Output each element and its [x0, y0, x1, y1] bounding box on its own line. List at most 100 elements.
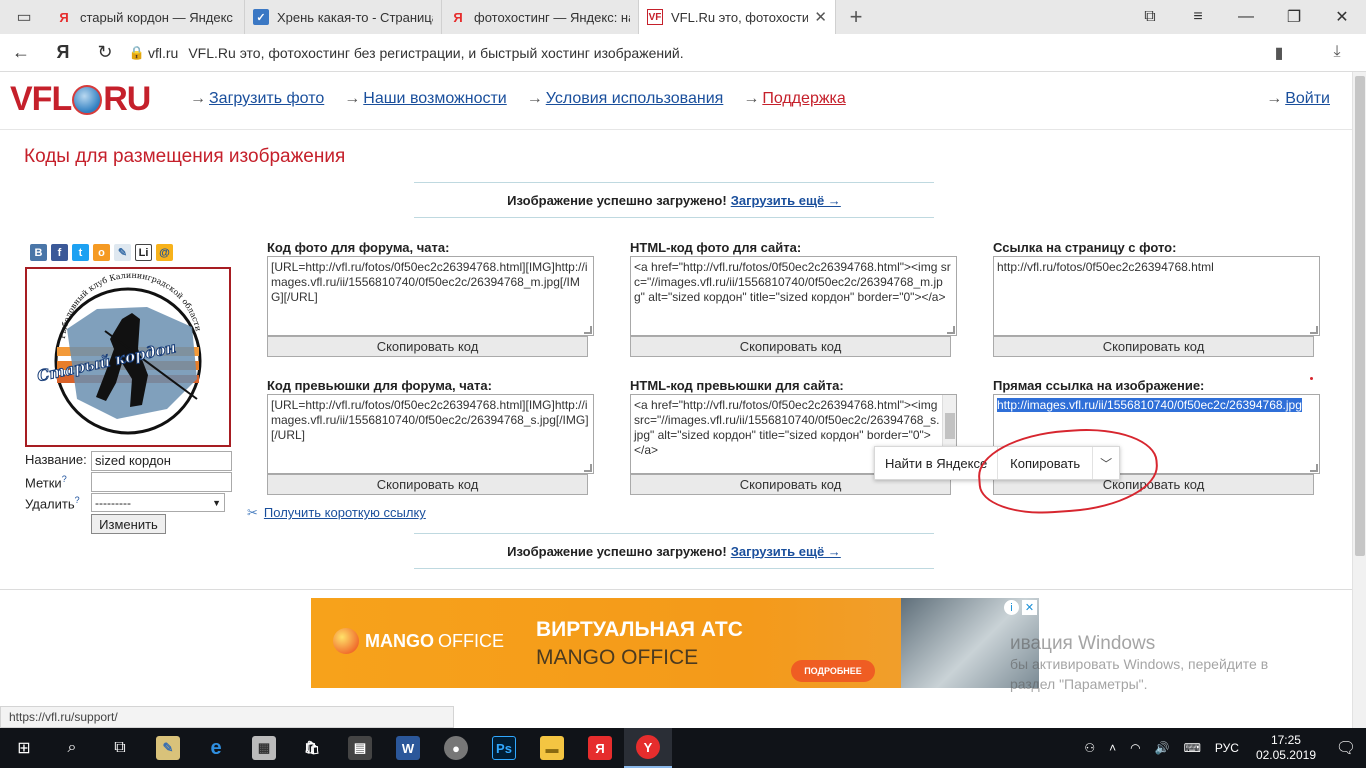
- edge-app-icon[interactable]: e: [192, 728, 240, 768]
- arrow-right-icon: →: [190, 90, 206, 107]
- minimize-icon[interactable]: —: [1222, 0, 1270, 34]
- page-scrollbar[interactable]: [1352, 72, 1366, 728]
- ad-banner[interactable]: MANGO OFFICE ВИРТУАЛЬНАЯ АТС MANGO OFFIC…: [311, 598, 1039, 688]
- windows-taskbar: ⊞ ⌕ ⧉ ✎ e ▦ 🛍 ▤ W ● Ps ▬ Я Y ⚇ ˄ ◠ 🔊 ⌨ Р…: [0, 728, 1366, 768]
- yandex-home-icon[interactable]: Я: [42, 42, 84, 63]
- upload-more-link[interactable]: Загрузить ещё →: [731, 544, 841, 559]
- keyboard-icon[interactable]: ⌨: [1184, 741, 1201, 755]
- resize-handle-icon[interactable]: [1310, 326, 1318, 334]
- paint-app-icon[interactable]: ✎: [144, 728, 192, 768]
- bookmark-icon[interactable]: ▮: [1250, 43, 1308, 63]
- photoshop-app-icon[interactable]: Ps: [480, 728, 528, 768]
- ad-info-icon[interactable]: i: [1004, 600, 1019, 615]
- vfl-logo[interactable]: VFL RU: [10, 80, 151, 119]
- task-view-icon[interactable]: ⧉: [96, 728, 144, 768]
- download-icon[interactable]: ⤓: [1308, 43, 1366, 63]
- resize-handle-icon[interactable]: [1310, 464, 1318, 472]
- delete-select[interactable]: --------- ▼: [91, 493, 225, 512]
- help-icon[interactable]: ?: [62, 474, 67, 484]
- scrollbar-thumb[interactable]: [1355, 76, 1365, 556]
- copy-code-button[interactable]: Скопировать код: [267, 336, 588, 357]
- yandex-app-icon[interactable]: Я: [576, 728, 624, 768]
- scrollbar-thumb[interactable]: [945, 413, 955, 439]
- save-meta-button[interactable]: Изменить: [91, 514, 166, 534]
- lock-icon[interactable]: 🔒: [126, 45, 148, 61]
- people-icon[interactable]: ⚇: [1084, 741, 1095, 755]
- upload-more-link[interactable]: Загрузить ещё →: [731, 193, 841, 208]
- address-bar: ← Я ↻ 🔒 vfl.ru VFL.Ru это, фотохостинг б…: [0, 34, 1366, 72]
- show-hidden-icons-icon[interactable]: ˄: [1109, 741, 1116, 755]
- reload-icon[interactable]: ↻: [84, 42, 126, 63]
- bookmarks-icon[interactable]: ⧉: [1126, 0, 1174, 34]
- livejournal-share-icon[interactable]: ✎: [114, 244, 131, 261]
- browser-tab-3[interactable]: Я фотохостинг — Яндекс: на: [442, 0, 639, 34]
- name-input[interactable]: sized кордон: [91, 451, 232, 471]
- menu-icon[interactable]: ≡: [1174, 0, 1222, 34]
- back-icon[interactable]: ←: [0, 42, 42, 63]
- url-page-title[interactable]: VFL.Ru это, фотохостинг без регистрации,…: [188, 45, 683, 61]
- short-link-row: ✂ Получить короткую ссылку: [247, 505, 426, 521]
- vk-share-icon[interactable]: В: [30, 244, 47, 261]
- browser-tab-4[interactable]: VF VFL.Ru это, фотохостинг ✕: [639, 0, 836, 34]
- watermark-line: бы активировать Windows, перейдите в: [1010, 656, 1269, 672]
- tabs-panel-icon[interactable]: ▭: [0, 0, 48, 34]
- resize-handle-icon[interactable]: [947, 326, 955, 334]
- code-text: http://vfl.ru/fotos/0f50ec2c26394768.htm…: [997, 260, 1214, 274]
- nav-item-features[interactable]: → Наши возможности: [344, 90, 506, 108]
- login-link[interactable]: → Войти: [1266, 90, 1330, 108]
- get-short-link[interactable]: Получить короткую ссылку: [264, 505, 426, 520]
- network-icon[interactable]: ◠: [1130, 741, 1140, 755]
- browser-tab-2[interactable]: ✓ Хрень какая-то - Страница: [245, 0, 442, 34]
- mailru-share-icon[interactable]: @: [156, 244, 173, 261]
- twitter-share-icon[interactable]: t: [72, 244, 89, 261]
- facebook-share-icon[interactable]: f: [51, 244, 68, 261]
- close-window-icon[interactable]: ✕: [1318, 0, 1366, 34]
- uploaded-image-thumbnail[interactable]: Рыболовный клуб Калининградской области …: [25, 267, 231, 447]
- html-photo-code-block: HTML-код фото для сайта: <a href="http:/…: [630, 240, 957, 357]
- logo-text-right: RU: [103, 80, 151, 118]
- restore-icon[interactable]: ❐: [1270, 0, 1318, 34]
- name-label: Название:: [25, 452, 87, 467]
- upload-success-notice-top: Изображение успешно загружено! Загрузить…: [414, 182, 934, 218]
- divider: [0, 589, 1352, 590]
- clock-time: 17:25: [1270, 733, 1301, 747]
- search-icon[interactable]: ⌕: [48, 728, 96, 768]
- close-tab-icon[interactable]: ✕: [814, 8, 827, 26]
- nav-item-support[interactable]: → Поддержка: [743, 90, 845, 108]
- copy-code-button[interactable]: Скопировать код: [630, 336, 951, 357]
- page-link-textarea[interactable]: http://vfl.ru/fotos/0f50ec2c26394768.htm…: [993, 256, 1320, 336]
- word-app-icon[interactable]: W: [384, 728, 432, 768]
- html-photo-code-textarea[interactable]: <a href="http://vfl.ru/fotos/0f50ec2c263…: [630, 256, 957, 336]
- language-indicator[interactable]: РУС: [1215, 741, 1239, 755]
- forum-photo-code-textarea[interactable]: [URL=http://vfl.ru/fotos/0f50ec2c2639476…: [267, 256, 594, 336]
- calculator-app-icon[interactable]: ▤: [336, 728, 384, 768]
- nav-item-upload[interactable]: → Загрузить фото: [190, 90, 324, 108]
- volume-icon[interactable]: 🔊: [1155, 741, 1170, 755]
- notifications-icon[interactable]: 🗨: [1326, 738, 1366, 758]
- browser-tab-1[interactable]: Я старый кордон — Яндекс: [48, 0, 245, 34]
- copy-code-button[interactable]: Скопировать код: [993, 336, 1314, 357]
- url-domain[interactable]: vfl.ru: [148, 45, 178, 61]
- tags-input[interactable]: [91, 472, 232, 492]
- block-title: Код фото для форума, чата:: [267, 240, 450, 255]
- resize-handle-icon[interactable]: [584, 326, 592, 334]
- media-app-icon[interactable]: ●: [432, 728, 480, 768]
- store-app-icon[interactable]: 🛍: [288, 728, 336, 768]
- ad-cta-button[interactable]: ПОДРОБНЕЕ: [791, 660, 875, 682]
- clock[interactable]: 17:25 02.05.2019: [1256, 733, 1316, 763]
- yandex-browser-app-icon[interactable]: Y: [624, 728, 672, 768]
- explorer-app-icon[interactable]: ▬: [528, 728, 576, 768]
- game-app-icon[interactable]: ▦: [240, 728, 288, 768]
- notice-text: Изображение успешно загружено!: [507, 543, 727, 559]
- windows-start-icon[interactable]: ⊞: [0, 728, 48, 768]
- ad-close-icon[interactable]: ✕: [1022, 600, 1037, 615]
- help-icon[interactable]: ?: [75, 495, 80, 505]
- copy-code-button[interactable]: Скопировать код: [267, 474, 588, 495]
- resize-handle-icon[interactable]: [584, 464, 592, 472]
- forum-thumb-code-textarea[interactable]: [URL=http://vfl.ru/fotos/0f50ec2c2639476…: [267, 394, 594, 474]
- odnoklassniki-share-icon[interactable]: o: [93, 244, 110, 261]
- block-title: Прямая ссылка на изображение:: [993, 378, 1205, 393]
- new-tab-icon[interactable]: +: [836, 0, 876, 34]
- nav-item-terms[interactable]: → Условия использования: [527, 90, 724, 108]
- liveinternet-share-icon[interactable]: Li: [135, 244, 152, 261]
